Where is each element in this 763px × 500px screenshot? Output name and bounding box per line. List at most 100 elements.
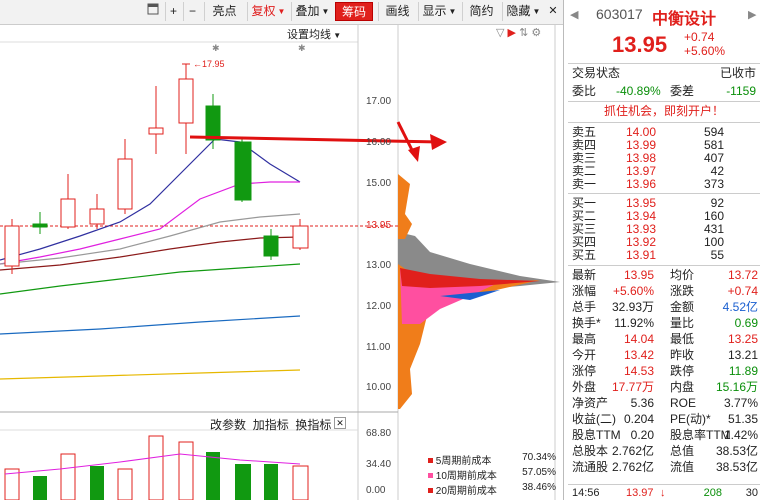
legend-swatch xyxy=(428,488,433,493)
legend-name: 10周期前成本 xyxy=(435,471,497,482)
zoom-out-button[interactable]: − xyxy=(183,2,201,21)
stat-value: 0.204 xyxy=(623,412,654,426)
stat-label: 总手 xyxy=(572,300,597,314)
trade-status-row: 交易状态 已收市 xyxy=(564,66,763,80)
highlight-button[interactable]: 亮点 xyxy=(204,2,244,21)
tick-price: 13.97 xyxy=(626,487,654,499)
bid-vol: 55 xyxy=(710,248,724,262)
filter-icon[interactable]: ▽ xyxy=(496,27,504,39)
chevron-down-icon: ▼ xyxy=(321,7,330,16)
legend-swatch xyxy=(428,473,433,478)
stat-row: 总手 32.93万 金额 4.52亿 xyxy=(564,300,763,314)
stat-value: 13.42 xyxy=(623,348,654,362)
stat-value: 38.53亿 xyxy=(715,460,758,474)
bid-label: 买五 xyxy=(572,248,597,262)
trade-status-label: 交易状态 xyxy=(572,66,621,80)
tick-row: 14:56 13.97 ↓ 208 30 xyxy=(564,486,763,500)
stat-label: 跌停 xyxy=(670,364,695,378)
window-icon[interactable] xyxy=(143,2,163,21)
stat-row: 涨停 14.53 跌停 11.89 xyxy=(564,364,763,378)
trade-status-value: 已收市 xyxy=(719,66,756,80)
legend-pct: 57.05% xyxy=(522,467,556,478)
stat-label: 涨跌 xyxy=(670,284,695,298)
indicator-links: 改参数 加指标 换指标 xyxy=(210,416,331,433)
stat-value: 5.36 xyxy=(630,396,654,410)
stat-value: 17.77万 xyxy=(611,380,654,394)
hide-button[interactable]: 隐藏 ▼ xyxy=(502,2,544,21)
ma-line-green xyxy=(0,263,301,295)
stat-label: 昨收 xyxy=(670,348,695,362)
price-change: +0.74 xyxy=(684,30,715,44)
close-icon[interactable]: ✕ xyxy=(545,2,561,21)
adjust-button[interactable]: 复权 ▼ xyxy=(247,2,289,21)
chip-legend: 5周期前成本 70.34% 10周期前成本 57.05% 20周期前成本 38.… xyxy=(428,452,556,497)
stat-label: ROE xyxy=(670,396,697,410)
stat-row: 今开 13.42 昨收 13.21 xyxy=(564,348,763,362)
tick-time: 14:56 xyxy=(572,487,600,499)
stat-row: 最新 13.95 均价 13.72 xyxy=(564,268,763,282)
kline-chart[interactable]: ←17.95 ✱ ✱ 设置均线 ▼ ▽ ▶ ⇅ ⚙ 17.00 16.00 15… xyxy=(0,24,563,500)
legend-item: 10周期前成本 57.05% xyxy=(428,467,556,482)
display-button[interactable]: 显示 ▼ xyxy=(418,2,460,21)
candles xyxy=(4,68,309,274)
volume-tick: 34.40 xyxy=(366,459,392,470)
promo-link[interactable]: 抓住机会，即刻开户！ xyxy=(564,104,763,118)
stat-value: 2.762亿 xyxy=(611,444,654,458)
stat-label: 总值 xyxy=(670,444,695,458)
close-icon[interactable]: ✕ xyxy=(334,417,346,429)
ask-price: 13.96 xyxy=(626,177,657,191)
edit-params-link[interactable]: 改参数 xyxy=(210,418,246,432)
stat-value: 13.21 xyxy=(727,348,758,362)
weicha-value: -1159 xyxy=(726,84,756,98)
stat-label: 外盘 xyxy=(572,380,597,394)
back-icon[interactable]: ◀ xyxy=(570,8,578,21)
stat-value: +0.74 xyxy=(727,284,758,298)
legend-name: 20周期前成本 xyxy=(435,486,497,497)
stat-value: 0.20 xyxy=(630,428,654,442)
stat-value: 4.52亿 xyxy=(722,300,758,314)
stat-label: 金额 xyxy=(670,300,695,314)
forward-icon[interactable]: ▶ xyxy=(748,8,756,21)
chips-button[interactable]: 筹码 xyxy=(335,2,373,21)
stat-label: 换手* xyxy=(572,316,601,330)
simple-label: 简约 xyxy=(469,4,494,18)
ma-line-maroon xyxy=(0,236,301,271)
weibi-value: -40.89% xyxy=(616,84,661,98)
play-icon[interactable]: ▶ xyxy=(508,27,516,39)
weibi-row: 委比 -40.89% 委差 -1159 xyxy=(564,84,763,98)
stat-row: 净资产 5.36 ROE 3.77% xyxy=(564,396,763,410)
draw-line-button[interactable]: 画线 xyxy=(378,2,416,21)
stat-label: 涨幅 xyxy=(572,284,597,298)
stat-value: 1.42% xyxy=(723,428,758,442)
price-change-pct: +5.60% xyxy=(684,44,726,58)
overlay-button[interactable]: 叠加 ▼ xyxy=(291,2,333,21)
weibi-label: 委比 xyxy=(572,84,597,98)
stat-row: 流通股 2.762亿 流值 38.53亿 xyxy=(564,460,763,474)
stat-value: 14.53 xyxy=(623,364,654,378)
stock-name: 中衡设计 xyxy=(652,11,717,28)
stat-label: 收益(二) xyxy=(572,412,616,426)
stat-label: 流通股 xyxy=(572,460,609,474)
add-indicator-link[interactable]: 加指标 xyxy=(253,418,289,432)
switch-indicator-link[interactable]: 换指标 xyxy=(295,418,331,432)
ma-settings-link[interactable]: 设置均线 ▼ xyxy=(287,26,341,42)
stat-value: 0.69 xyxy=(734,316,758,330)
stat-value: 3.77% xyxy=(723,396,758,410)
current-price: 13.95 xyxy=(612,32,668,57)
stat-label: 量比 xyxy=(670,316,695,330)
legend-pct: 70.34% xyxy=(522,452,556,463)
gear-icon[interactable]: ⚙ xyxy=(531,27,541,39)
stat-row: 换手* 11.92% 量比 0.69 xyxy=(564,316,763,330)
price-tick: 16.00 xyxy=(366,137,392,148)
sort-icon[interactable]: ⇅ xyxy=(519,27,528,39)
chip-distribution xyxy=(398,174,560,409)
ask-row: 卖一 13.96 373 xyxy=(564,178,763,191)
tick-num: 30 xyxy=(745,487,758,499)
simple-button[interactable]: 简约 xyxy=(462,2,500,21)
zoom-in-button[interactable]: + xyxy=(165,2,181,21)
stat-value: 2.762亿 xyxy=(611,460,654,474)
stat-value: 11.89 xyxy=(728,364,758,378)
legend-item: 5周期前成本 70.34% xyxy=(428,452,556,467)
stat-label: 涨停 xyxy=(572,364,597,378)
hide-label: 隐藏 xyxy=(506,4,531,18)
